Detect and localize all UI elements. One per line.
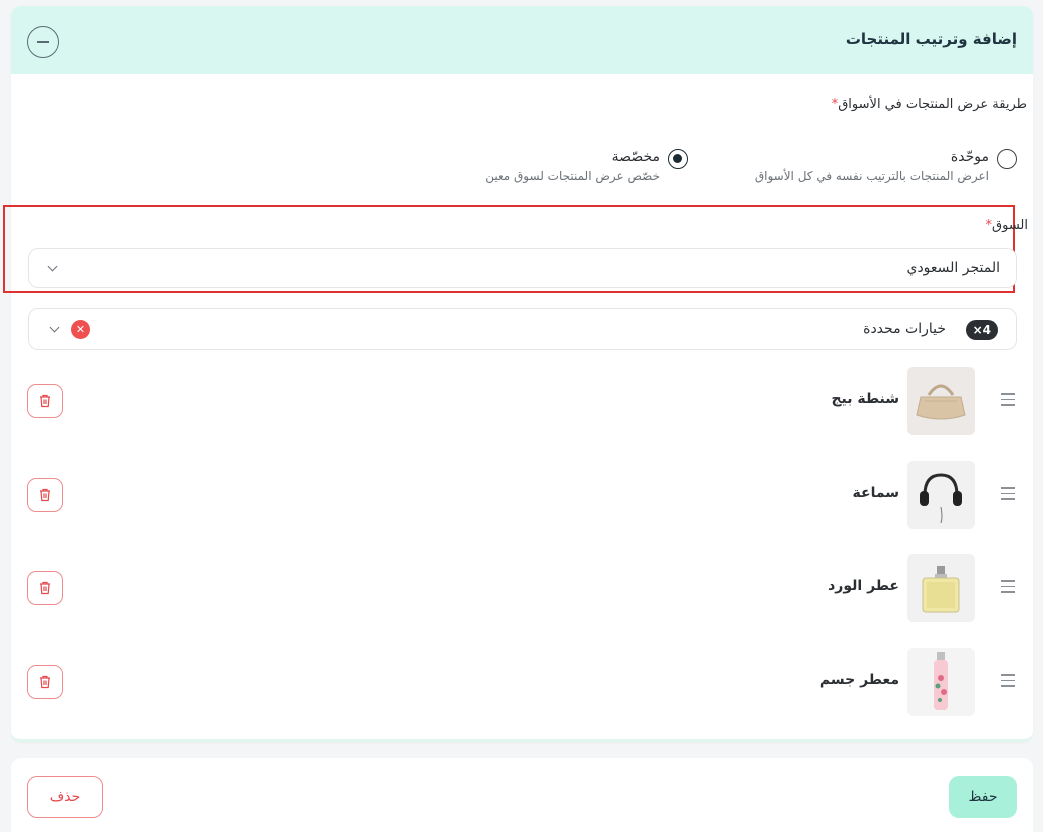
minus-icon xyxy=(37,41,49,43)
display-method-label: طريقة عرض المنتجات في الأسواق* xyxy=(831,97,1027,112)
product-thumbnail-body-mist xyxy=(907,648,975,716)
drag-handle-icon[interactable] xyxy=(1001,393,1015,406)
product-row: شنطة بيج xyxy=(0,367,1043,437)
trash-icon xyxy=(40,394,50,408)
save-button[interactable]: حفظ xyxy=(949,776,1017,818)
product-thumbnail-headphones xyxy=(907,461,975,529)
drag-handle-icon[interactable] xyxy=(1001,580,1015,593)
radio-custom-title: مخصّصة xyxy=(611,149,660,165)
clear-selection-icon[interactable]: ✕ xyxy=(71,320,90,339)
delete-product-button[interactable] xyxy=(27,665,63,699)
market-select[interactable]: المتجر السعودي xyxy=(28,248,1017,288)
product-thumbnail-bag xyxy=(907,367,975,435)
product-thumbnail-perfume xyxy=(907,554,975,622)
trash-icon xyxy=(40,581,50,595)
market-label: السوق* xyxy=(985,218,1028,233)
product-name: سماعة xyxy=(852,485,899,501)
radio-custom-description: خصّص عرض المنتجات لسوق معين xyxy=(485,169,660,183)
chevron-down-icon xyxy=(49,322,60,333)
delete-button[interactable]: حذف xyxy=(27,776,103,818)
card-header: إضافة وترتيب المنتجات xyxy=(11,6,1033,74)
card-title: إضافة وترتيب المنتجات xyxy=(845,30,1017,48)
product-name: عطر الورد xyxy=(828,578,899,594)
product-row: عطر الورد xyxy=(0,554,1043,624)
delete-product-button[interactable] xyxy=(27,384,63,418)
radio-unified-description: اعرض المنتجات بالترتيب نفسه في كل الأسوا… xyxy=(754,169,989,183)
products-multiselect[interactable]: ×4 خيارات محددة ✕ xyxy=(28,308,1017,350)
drag-handle-icon[interactable] xyxy=(1001,674,1015,687)
delete-product-button[interactable] xyxy=(27,571,63,605)
multiselect-text: خيارات محددة xyxy=(863,321,946,337)
trash-icon xyxy=(40,675,50,689)
product-name: معطر جسم xyxy=(819,672,899,688)
radio-option-unified[interactable]: موحّدة اعرض المنتجات بالترتيب نفسه في كل… xyxy=(697,147,1017,189)
drag-handle-icon[interactable] xyxy=(1001,487,1015,500)
footer-bar: حفظ حذف xyxy=(11,758,1033,832)
selected-count-badge: ×4 xyxy=(965,320,998,340)
product-row: سماعة xyxy=(0,461,1043,531)
radio-option-custom[interactable]: مخصّصة خصّص عرض المنتجات لسوق معين xyxy=(418,147,688,189)
market-select-value: المتجر السعودي xyxy=(906,260,1000,276)
radio-unified-circle[interactable] xyxy=(997,149,1017,169)
radio-unified-title: موحّدة xyxy=(950,149,989,165)
product-name: شنطة بيج xyxy=(831,391,899,407)
trash-icon xyxy=(40,488,50,502)
product-row: معطر جسم xyxy=(0,648,1043,718)
delete-product-button[interactable] xyxy=(27,478,63,512)
radio-custom-circle[interactable] xyxy=(668,149,688,169)
chevron-down-icon xyxy=(47,261,58,272)
collapse-button[interactable] xyxy=(27,26,59,58)
